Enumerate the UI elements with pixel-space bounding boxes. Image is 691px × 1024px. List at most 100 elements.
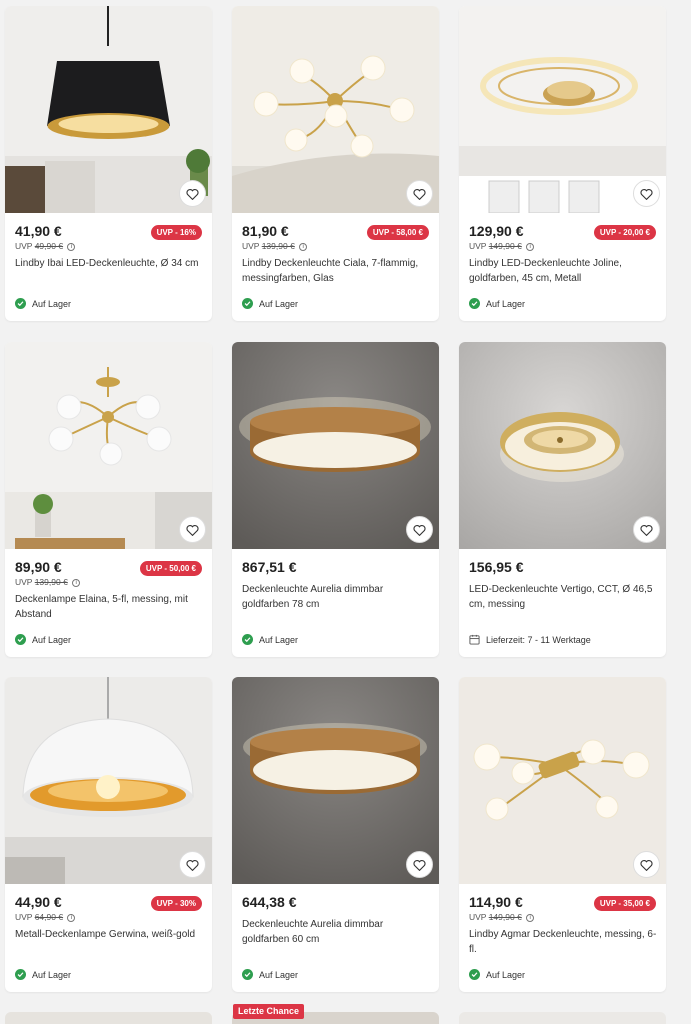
check-circle-icon	[15, 634, 26, 645]
favorite-button[interactable]	[406, 180, 433, 207]
product-title[interactable]: Lindby Deckenleuchte Ciala, 7-flammig, m…	[242, 256, 432, 286]
uvp-old-price: 149,90 €	[488, 912, 522, 922]
info-icon[interactable]: i	[299, 242, 308, 251]
availability-text: Auf Lager	[259, 298, 299, 309]
last-chance-badge: Letzte Chance	[233, 1004, 305, 1019]
heart-icon	[186, 188, 199, 200]
product-card[interactable]: 156,95 € LED-Deckenleuchte Vertigo, CCT,…	[459, 342, 666, 657]
availability-text: Auf Lager	[32, 969, 72, 980]
discount-badge: UVP - 30%	[150, 896, 202, 911]
uvp-old-price: 139,90 €	[34, 577, 68, 587]
product-image[interactable]	[5, 677, 212, 884]
heart-icon	[413, 859, 426, 871]
uvp-old-price: 149,90 €	[488, 241, 522, 251]
uvp-label: UVP	[15, 577, 33, 587]
availability-text: Auf Lager	[259, 969, 299, 980]
product-title[interactable]: Lindby Ibai LED-Deckenleuchte, Ø 34 cm	[15, 256, 205, 271]
product-card-peek[interactable]	[5, 1012, 212, 1024]
availability-text: Lieferzeit: 7 - 11 Werktage	[486, 634, 591, 645]
availability-text: Auf Lager	[486, 969, 526, 980]
availability-text: Auf Lager	[259, 634, 299, 645]
check-circle-icon	[242, 634, 253, 645]
check-circle-icon	[15, 969, 26, 980]
product-card[interactable]: 644,38 € Deckenleuchte Aurelia dimmbar g…	[232, 677, 439, 992]
calendar-icon	[469, 634, 480, 645]
product-price: 81,90 €	[242, 223, 289, 239]
check-circle-icon	[242, 969, 253, 980]
product-image[interactable]	[459, 342, 666, 549]
favorite-button[interactable]	[406, 516, 433, 543]
product-image[interactable]	[232, 677, 439, 884]
heart-icon	[640, 859, 653, 871]
check-circle-icon	[469, 298, 480, 309]
heart-icon	[186, 524, 199, 536]
product-title[interactable]: LED-Deckenleuchte Vertigo, CCT, Ø 46,5 c…	[469, 582, 659, 612]
favorite-button[interactable]	[179, 851, 206, 878]
check-circle-icon	[15, 298, 26, 309]
favorite-button[interactable]	[406, 851, 433, 878]
product-title[interactable]: Deckenleuchte Aurelia dimmbar goldfarben…	[242, 582, 432, 612]
discount-badge: UVP - 58,00 €	[366, 225, 429, 240]
uvp-old-price: 64,90 €	[34, 912, 64, 922]
availability: Auf Lager	[15, 633, 71, 646]
product-card[interactable]: 867,51 € Deckenleuchte Aurelia dimmbar g…	[232, 342, 439, 657]
product-card[interactable]: 41,90 € UVP - 16% UVP 49,90 € i Lindby I…	[5, 6, 212, 321]
info-icon[interactable]: i	[67, 913, 76, 922]
product-price: 41,90 €	[15, 223, 62, 239]
availability: Lieferzeit: 7 - 11 Werktage	[469, 633, 591, 646]
product-price: 89,90 €	[15, 559, 62, 575]
check-circle-icon	[469, 969, 480, 980]
discount-badge: UVP - 16%	[150, 225, 202, 240]
favorite-button[interactable]	[633, 516, 660, 543]
favorite-button[interactable]	[633, 851, 660, 878]
product-card-peek[interactable]	[459, 1012, 666, 1024]
uvp-label: UVP	[469, 912, 487, 922]
uvp-label: UVP	[242, 241, 260, 251]
heart-icon	[186, 859, 199, 871]
product-image[interactable]	[5, 342, 212, 549]
check-circle-icon	[242, 298, 253, 309]
product-price: 867,51 €	[242, 559, 297, 575]
product-title[interactable]: Deckenlampe Elaina, 5-fl, messing, mit A…	[15, 592, 205, 622]
uvp-old-price: 139,90 €	[261, 241, 295, 251]
product-image[interactable]	[232, 342, 439, 549]
info-icon[interactable]: i	[526, 913, 535, 922]
product-title[interactable]: Lindby Agmar Deckenleuchte, messing, 6-f…	[469, 927, 659, 957]
product-image[interactable]	[459, 6, 666, 213]
product-title[interactable]: Metall-Deckenlampe Gerwina, weiß-gold	[15, 927, 205, 942]
heart-icon	[413, 188, 426, 200]
availability: Auf Lager	[469, 297, 525, 310]
product-image[interactable]	[232, 6, 439, 213]
uvp-line: UVP 149,90 € i	[469, 912, 535, 922]
product-card[interactable]: 114,90 € UVP - 35,00 € UVP 149,90 € i Li…	[459, 677, 666, 992]
info-icon[interactable]: i	[72, 578, 81, 587]
product-image[interactable]	[5, 6, 212, 213]
product-price: 129,90 €	[469, 223, 524, 239]
product-image[interactable]	[459, 677, 666, 884]
product-title[interactable]: Deckenleuchte Aurelia dimmbar goldfarben…	[242, 917, 432, 947]
uvp-line: UVP 49,90 € i	[15, 241, 76, 251]
favorite-button[interactable]	[179, 180, 206, 207]
product-card[interactable]: 129,90 € UVP - 20,00 € UVP 149,90 € i Li…	[459, 6, 666, 321]
product-card[interactable]: 81,90 € UVP - 58,00 € UVP 139,90 € i Lin…	[232, 6, 439, 321]
availability-text: Auf Lager	[32, 634, 72, 645]
uvp-old-price: 49,90 €	[34, 241, 64, 251]
product-price: 644,38 €	[242, 894, 297, 910]
product-card[interactable]: 89,90 € UVP - 50,00 € UVP 139,90 € i Dec…	[5, 342, 212, 657]
heart-icon	[640, 188, 653, 200]
info-icon[interactable]: i	[526, 242, 535, 251]
availability: Auf Lager	[242, 633, 298, 646]
discount-badge: UVP - 50,00 €	[139, 561, 202, 576]
product-card[interactable]: 44,90 € UVP - 30% UVP 64,90 € i Metall-D…	[5, 677, 212, 992]
uvp-line: UVP 149,90 € i	[469, 241, 535, 251]
info-icon[interactable]: i	[67, 242, 76, 251]
product-price: 44,90 €	[15, 894, 62, 910]
availability: Auf Lager	[15, 968, 71, 981]
uvp-line: UVP 139,90 € i	[15, 577, 81, 587]
discount-badge: UVP - 35,00 €	[593, 896, 656, 911]
uvp-line: UVP 64,90 € i	[15, 912, 76, 922]
favorite-button[interactable]	[633, 180, 660, 207]
product-title[interactable]: Lindby LED-Deckenleuchte Joline, goldfar…	[469, 256, 659, 286]
discount-badge: UVP - 20,00 €	[593, 225, 656, 240]
favorite-button[interactable]	[179, 516, 206, 543]
